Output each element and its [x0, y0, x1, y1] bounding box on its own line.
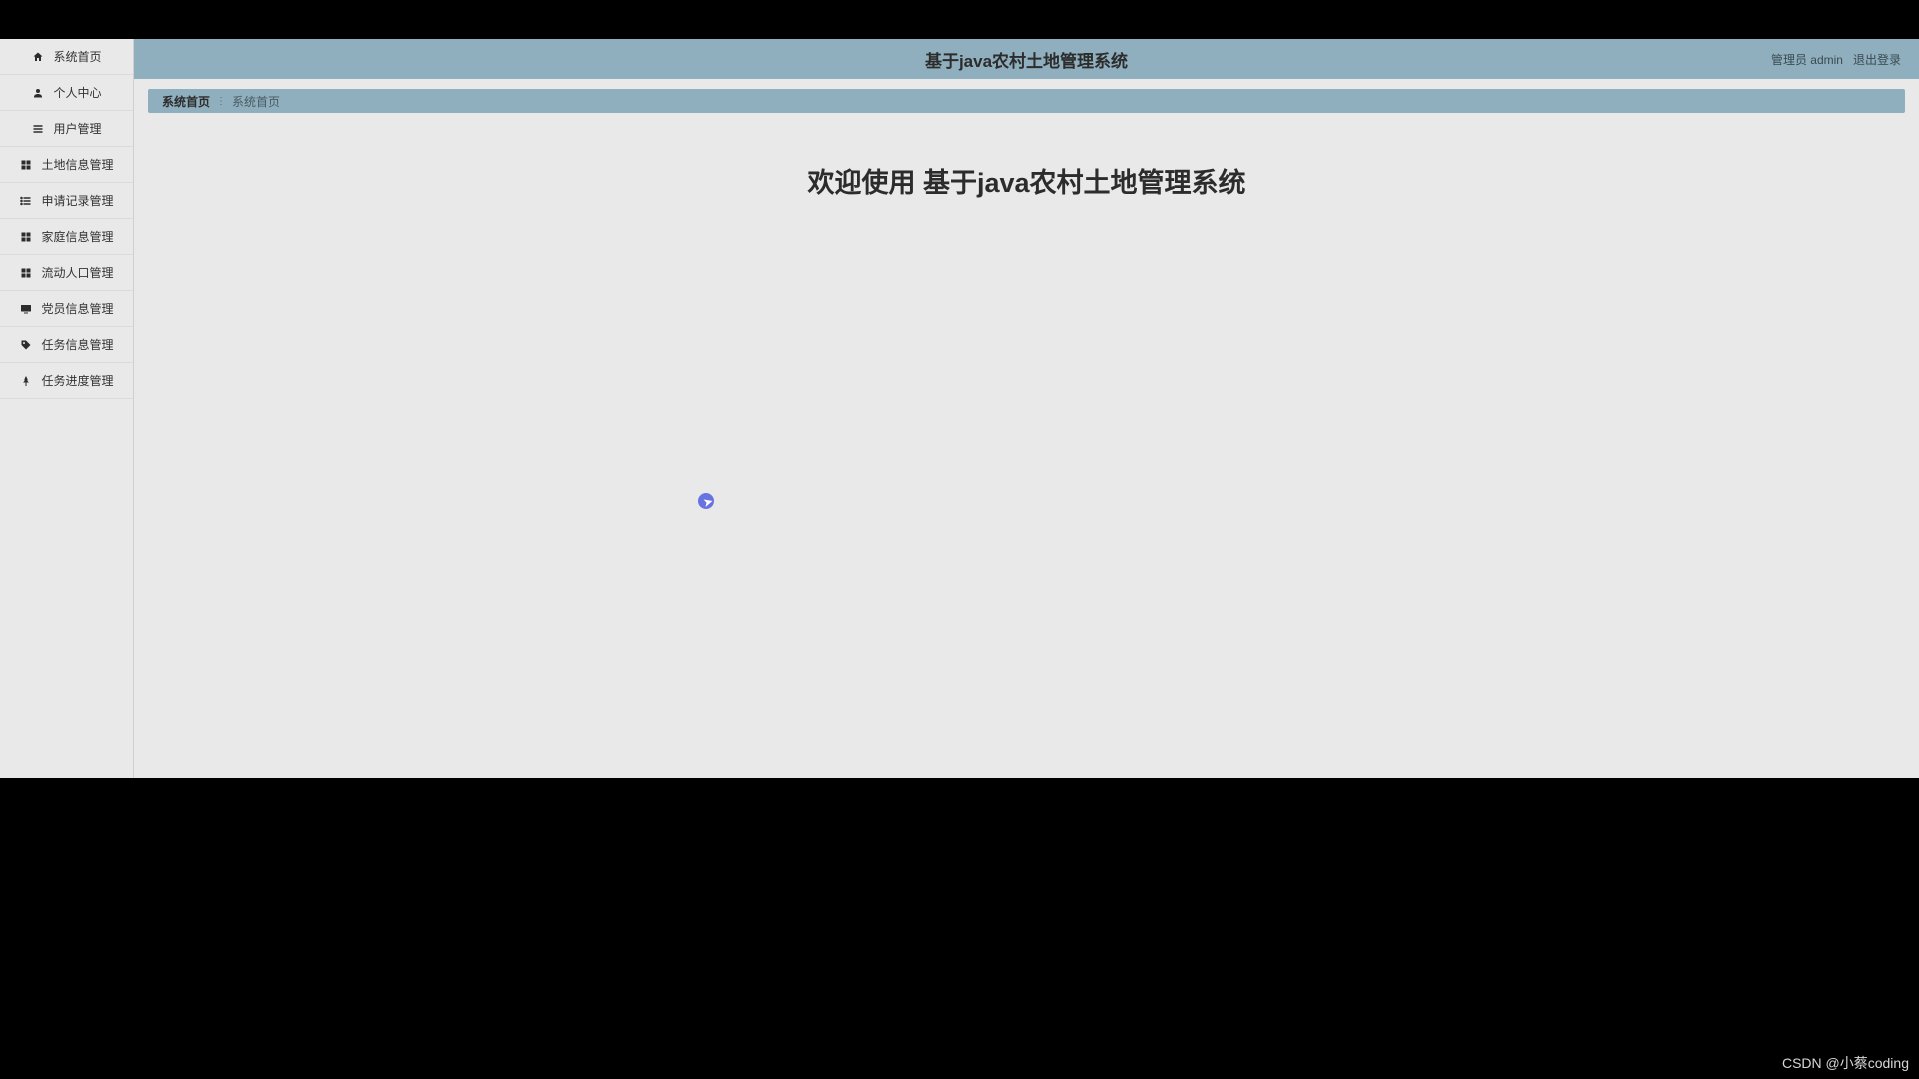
list-icon	[19, 194, 33, 208]
grid-icon	[19, 158, 33, 172]
sidebar-item-family[interactable]: 家庭信息管理	[0, 219, 133, 255]
sidebar-item-label: 党员信息管理	[41, 300, 113, 317]
main-area: 基于java农村土地管理系统 管理员 admin 退出登录 系统首页 ⋮ 系统首…	[134, 39, 1919, 778]
sidebar-item-label: 个人中心	[53, 84, 101, 101]
sidebar-item-label: 流动人口管理	[41, 264, 113, 281]
sidebar: 系统首页 个人中心 用户管理 土地信息管理 申请记录管理	[0, 39, 134, 778]
header-right: 管理员 admin 退出登录	[1771, 51, 1919, 68]
breadcrumb-separator: ⋮	[216, 96, 226, 107]
sidebar-item-label: 申请记录管理	[41, 192, 113, 209]
sidebar-item-task[interactable]: 任务信息管理	[0, 327, 133, 363]
sidebar-item-party[interactable]: 党员信息管理	[0, 291, 133, 327]
sidebar-item-label: 家庭信息管理	[41, 228, 113, 245]
breadcrumb-root[interactable]: 系统首页	[162, 93, 210, 110]
header-bar: 基于java农村土地管理系统 管理员 admin 退出登录	[134, 39, 1919, 79]
top-black-bar	[0, 0, 1919, 39]
sidebar-item-home[interactable]: 系统首页	[0, 39, 133, 75]
tag-icon	[19, 338, 33, 352]
sidebar-item-label: 用户管理	[53, 120, 101, 137]
sidebar-item-label: 任务进度管理	[41, 372, 113, 389]
welcome-heading: 欢迎使用 基于java农村土地管理系统	[148, 161, 1905, 200]
sidebar-item-label: 任务信息管理	[41, 336, 113, 353]
logout-link[interactable]: 退出登录	[1853, 51, 1901, 68]
pin-icon	[19, 374, 33, 388]
home-icon	[31, 50, 45, 64]
sidebar-item-label: 土地信息管理	[41, 156, 113, 173]
content: 系统首页 ⋮ 系统首页 欢迎使用 基于java农村土地管理系统	[134, 79, 1919, 778]
sidebar-item-land[interactable]: 土地信息管理	[0, 147, 133, 183]
sidebar-item-profile[interactable]: 个人中心	[0, 75, 133, 111]
breadcrumb-current: 系统首页	[232, 93, 280, 110]
grid-icon	[19, 230, 33, 244]
menu-icon	[31, 122, 45, 136]
app-container: 系统首页 个人中心 用户管理 土地信息管理 申请记录管理	[0, 39, 1919, 778]
app-title: 基于java农村土地管理系统	[925, 47, 1128, 72]
sidebar-item-apply[interactable]: 申请记录管理	[0, 183, 133, 219]
person-icon	[31, 86, 45, 100]
bottom-black-bar: CSDN @小蔡coding	[0, 778, 1919, 1079]
sidebar-item-floating[interactable]: 流动人口管理	[0, 255, 133, 291]
watermark: CSDN @小蔡coding	[1782, 1053, 1909, 1073]
sidebar-item-label: 系统首页	[53, 48, 101, 65]
user-label: 管理员 admin	[1771, 51, 1843, 68]
grid-icon	[19, 266, 33, 280]
monitor-icon	[19, 302, 33, 316]
sidebar-item-users[interactable]: 用户管理	[0, 111, 133, 147]
breadcrumb: 系统首页 ⋮ 系统首页	[148, 89, 1905, 113]
sidebar-item-progress[interactable]: 任务进度管理	[0, 363, 133, 399]
